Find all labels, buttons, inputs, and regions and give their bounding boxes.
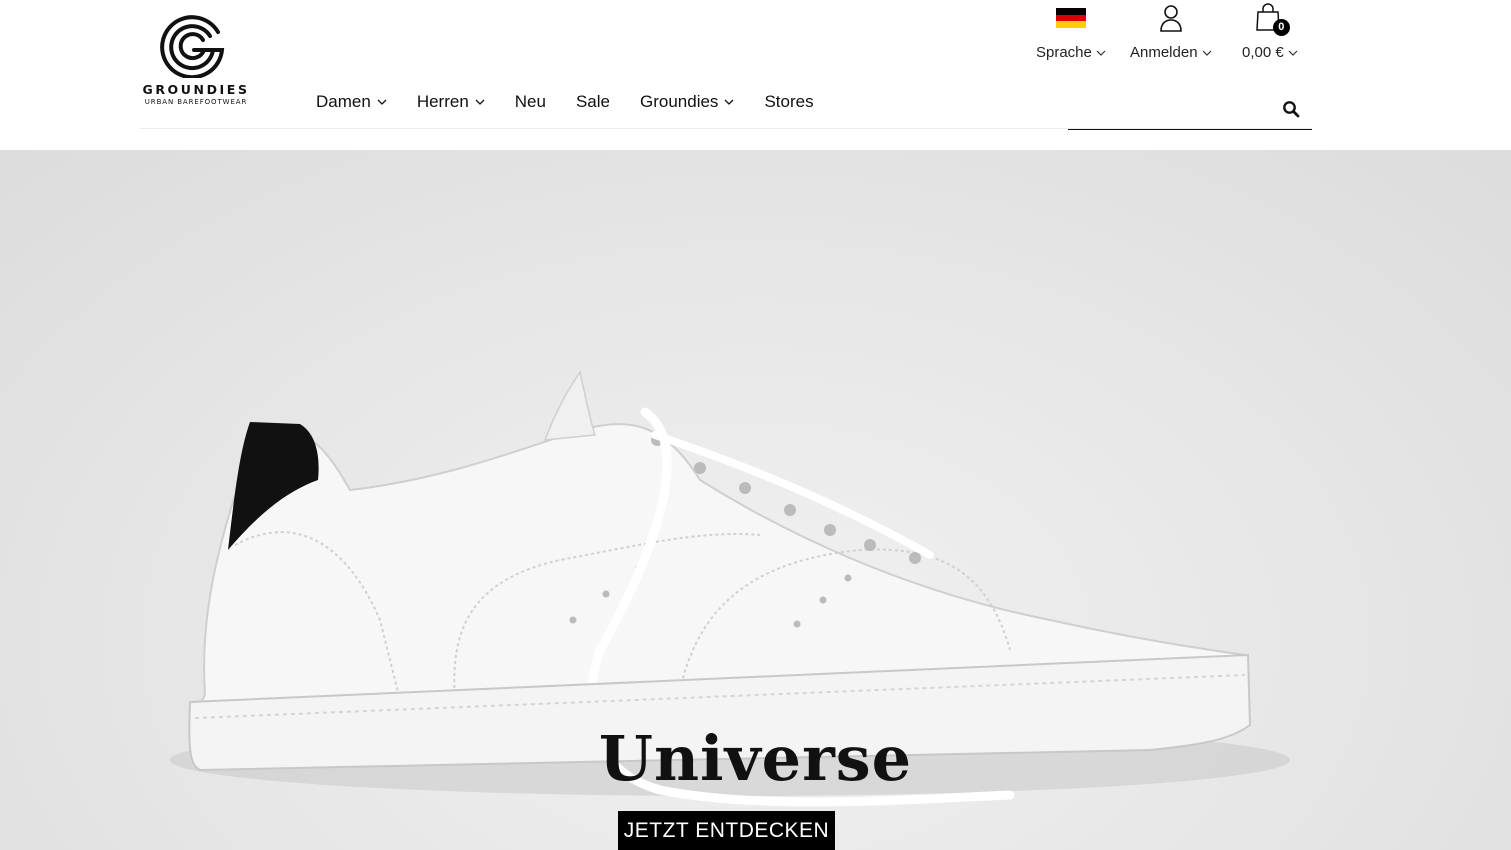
nav-item-label: Groundies bbox=[640, 92, 719, 111]
account-label: Anmelden bbox=[1130, 44, 1198, 61]
user-icon bbox=[1159, 5, 1182, 32]
cart-menu[interactable]: 0 0,00 € bbox=[1242, 0, 1298, 61]
nav-item-neu[interactable]: Neu bbox=[515, 92, 546, 112]
discover-now-button[interactable]: JETZT ENTDECKEN bbox=[618, 811, 835, 850]
brand-logo[interactable]: GROUNDIES URBAN BAREFOOTWEAR bbox=[140, 10, 252, 110]
chevron-down-icon bbox=[377, 99, 387, 105]
nav-item-groundies[interactable]: Groundies bbox=[640, 92, 734, 112]
chevron-down-icon bbox=[475, 99, 485, 105]
brand-name: GROUNDIES bbox=[142, 82, 250, 97]
nav-item-stores[interactable]: Stores bbox=[764, 92, 813, 112]
cart-count-badge: 0 bbox=[1272, 19, 1290, 36]
cart-total: 0,00 € bbox=[1242, 44, 1284, 61]
header-divider bbox=[140, 128, 1312, 129]
search-input[interactable] bbox=[1068, 92, 1278, 126]
chevron-down-icon bbox=[1096, 50, 1106, 56]
nav-item-label: Neu bbox=[514, 92, 546, 111]
nav-item-damen[interactable]: Damen bbox=[316, 92, 387, 112]
nav-item-herren[interactable]: Herren bbox=[417, 92, 485, 112]
nav-item-label: Damen bbox=[316, 92, 371, 111]
main-navigation: Damen Herren Neu Sale Groundies Stores bbox=[316, 90, 814, 114]
nav-item-sale[interactable]: Sale bbox=[576, 92, 610, 112]
language-label: Sprache bbox=[1036, 44, 1092, 61]
site-header: GROUNDIES URBAN BAREFOOTWEAR Damen Herre… bbox=[0, 0, 1511, 150]
chevron-down-icon bbox=[1288, 50, 1298, 56]
chevron-down-icon bbox=[724, 99, 734, 105]
search-bar bbox=[1068, 92, 1312, 130]
groundies-logo-mark bbox=[160, 15, 225, 78]
search-icon[interactable] bbox=[1282, 100, 1300, 118]
germany-flag-icon bbox=[1055, 8, 1086, 29]
nav-item-label: Herren bbox=[416, 92, 469, 111]
hero-banner[interactable]: Universe JETZT ENTDECKEN bbox=[0, 150, 1511, 850]
nav-item-label: Sale bbox=[575, 92, 610, 111]
hero-title: Universe bbox=[598, 722, 913, 795]
cart-button[interactable]: 0 bbox=[1255, 3, 1290, 36]
brand-tagline: URBAN BAREFOOTWEAR bbox=[144, 98, 248, 106]
account-menu[interactable]: Anmelden bbox=[1130, 0, 1212, 61]
chevron-down-icon bbox=[1202, 50, 1211, 56]
nav-item-label: Stores bbox=[764, 92, 814, 111]
language-selector[interactable]: Sprache bbox=[1036, 0, 1106, 61]
